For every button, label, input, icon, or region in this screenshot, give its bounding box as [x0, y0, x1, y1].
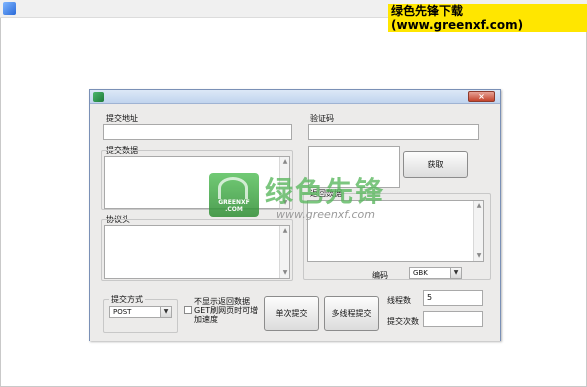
site-banner: 绿色先锋下载(www.greenxf.com): [388, 4, 587, 32]
watermark-chinese-text: 绿色先锋: [265, 175, 386, 208]
submit-count-input[interactable]: [423, 311, 483, 327]
dropdown-arrow-icon[interactable]: ▼: [160, 307, 171, 317]
encoding-value: GBK: [413, 269, 428, 277]
dialog-body: 提交地址 提交数据 ▲ ▼ 协议头 ▲ ▼ 验证码 获取 返回数据 ▲ ▼ 编码…: [90, 105, 500, 341]
protocol-header-scrollbar[interactable]: ▲ ▼: [279, 226, 289, 278]
submit-url-input[interactable]: [103, 124, 292, 140]
watermark-url: www.greenxf.com: [276, 208, 375, 221]
no-return-label-line3: 加速度: [194, 315, 218, 324]
submit-count-label: 提交次数: [387, 317, 419, 326]
scroll-up-icon[interactable]: ▲: [281, 158, 289, 166]
scroll-down-icon[interactable]: ▼: [475, 252, 483, 260]
scroll-up-icon[interactable]: ▲: [475, 202, 483, 210]
method-select[interactable]: POST ▼: [109, 306, 172, 318]
encoding-select[interactable]: GBK ▼: [409, 267, 462, 279]
submit-url-label: 提交地址: [106, 114, 138, 123]
submit-data-textarea[interactable]: ▲ ▼: [104, 156, 290, 209]
multi-thread-submit-button[interactable]: 多线程提交: [324, 296, 379, 331]
scroll-down-icon[interactable]: ▼: [281, 269, 289, 277]
single-submit-button[interactable]: 单次提交: [264, 296, 319, 331]
protocol-header-textarea[interactable]: ▲ ▼: [104, 225, 290, 279]
thread-count-input[interactable]: 5: [423, 290, 483, 306]
wifi-arcs-icon: [218, 177, 248, 199]
fetch-captcha-button[interactable]: 获取: [403, 151, 468, 178]
captcha-input[interactable]: [308, 124, 479, 140]
method-label: 提交方式: [109, 294, 145, 305]
method-value: POST: [113, 308, 132, 316]
return-data-scrollbar[interactable]: ▲ ▼: [473, 201, 483, 261]
close-button[interactable]: ×: [468, 91, 495, 102]
watermark-logo-subtext: .COM: [225, 206, 243, 213]
captcha-label: 验证码: [310, 114, 334, 123]
no-return-checkbox[interactable]: [184, 306, 192, 314]
dialog-titlebar: ×: [90, 90, 500, 104]
watermark-logo-text: GREENXF: [218, 199, 250, 206]
dropdown-arrow-icon[interactable]: ▼: [450, 268, 461, 278]
scroll-up-icon[interactable]: ▲: [281, 227, 289, 235]
thread-count-label: 线程数: [387, 296, 411, 305]
encoding-label: 编码: [372, 271, 388, 280]
dialog-app-icon: [93, 92, 104, 102]
app-icon: [3, 2, 16, 15]
